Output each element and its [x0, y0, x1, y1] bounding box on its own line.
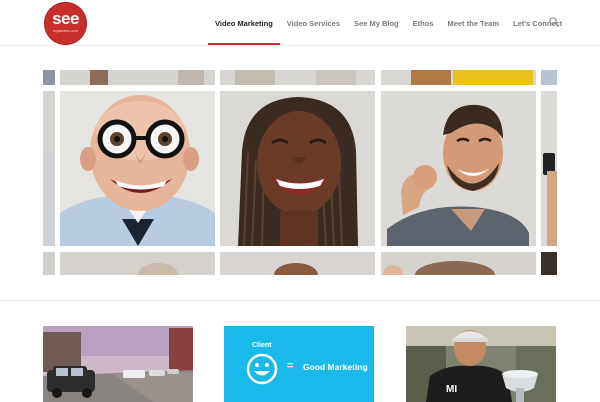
main-nav: Video Marketing Video Services See My Bl… [208, 0, 569, 46]
nav-item-ethos[interactable]: Ethos [406, 0, 441, 46]
photo-tile [60, 252, 215, 275]
nav-item-meet-the-team[interactable]: Meet the Team [440, 0, 506, 46]
card-client-good-marketing[interactable]: Client = Good Marketing [224, 326, 374, 402]
site-header: see mystores.com Video Marketing Video S… [0, 0, 600, 46]
photo-tile [541, 70, 557, 85]
photo-tile [220, 252, 375, 275]
card-result-label: Good Marketing [303, 362, 368, 372]
feature-cards: Client = Good Marketing MI [0, 302, 600, 402]
photo-tile [381, 70, 536, 85]
logo-subtitle: mystores.com [53, 28, 78, 33]
photo-tile-man-fist-pump [381, 91, 536, 246]
photo-wall [0, 47, 600, 301]
search-icon[interactable] [548, 16, 560, 28]
photo-tile-bald-man-glasses [60, 91, 215, 246]
svg-text:MI: MI [446, 384, 457, 395]
card-street-cars[interactable] [43, 326, 193, 402]
card-equals-sign: = [287, 360, 294, 372]
nav-item-video-services[interactable]: Video Services [280, 0, 347, 46]
card-man-trophy[interactable]: MI [406, 326, 556, 402]
site-logo[interactable]: see mystores.com [44, 2, 87, 45]
photo-tile [60, 70, 215, 85]
photo-tile [541, 91, 557, 246]
photo-tile [220, 70, 375, 85]
photo-tile [43, 252, 55, 275]
photo-tile [43, 70, 55, 85]
logo-word: see [52, 9, 79, 28]
photo-tile [541, 252, 557, 275]
photo-tile [43, 91, 55, 246]
card-client-label: Client [252, 342, 272, 349]
nav-item-see-my-blog[interactable]: See My Blog [347, 0, 406, 46]
photo-tile-woman-braids-laughing [220, 91, 375, 246]
photo-tile [381, 252, 536, 275]
nav-item-video-marketing[interactable]: Video Marketing [208, 0, 280, 46]
